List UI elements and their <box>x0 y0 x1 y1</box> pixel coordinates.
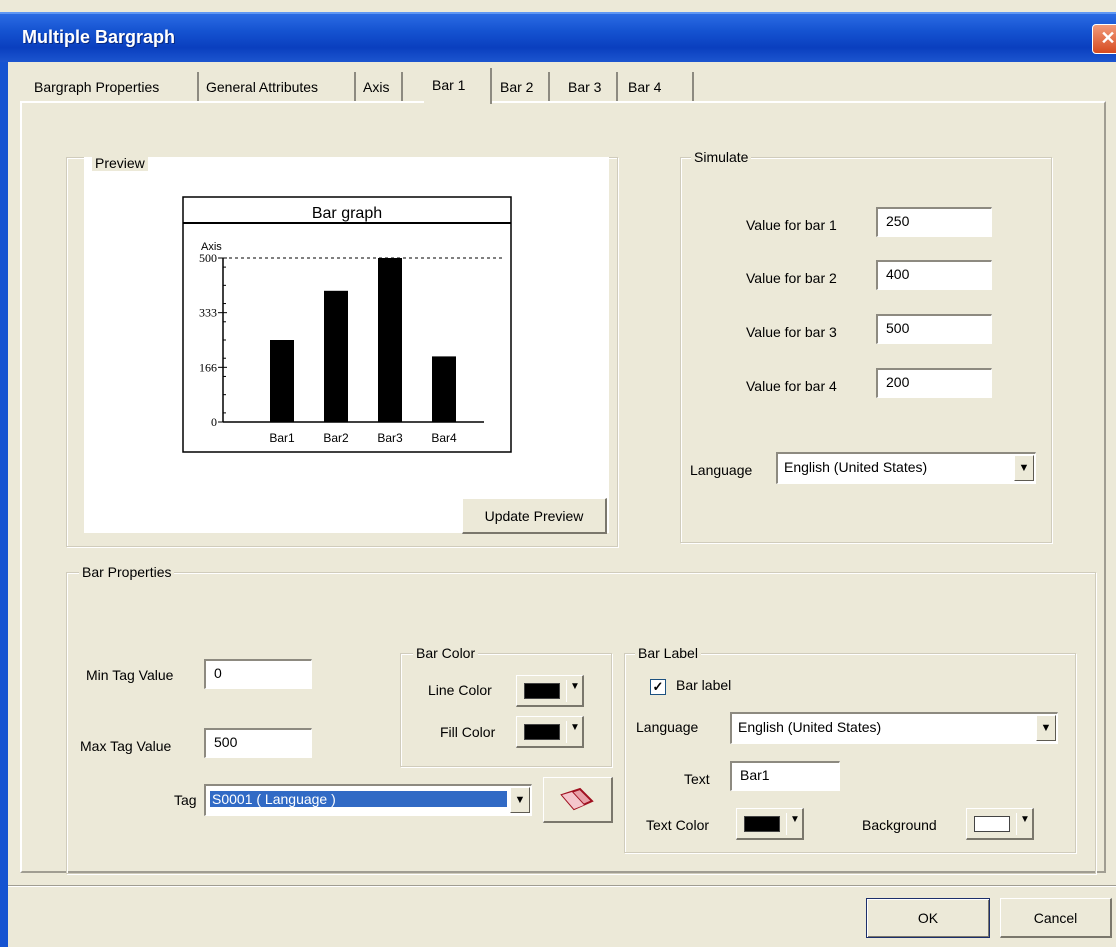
bar-color-group: Bar Color <box>400 644 612 767</box>
chart-title: Bar graph <box>312 205 382 222</box>
chart-bar <box>432 356 456 422</box>
picker-separator <box>566 721 567 743</box>
chart-x-tick-label: Bar3 <box>377 431 403 445</box>
chart-y-tick-label: 500 <box>199 251 217 265</box>
title-bar: Multiple Bargraph ✕ <box>0 12 1116 62</box>
bar-label-checkbox[interactable]: ✓ <box>650 679 666 695</box>
max-tag-input[interactable]: 500 <box>204 728 312 758</box>
chart-y-tick-label: 0 <box>211 415 217 429</box>
sim-bar-4-label: Value for bar 4 <box>746 378 837 394</box>
preview-area: Bar graph Axis 0 166 333 500 Bar1 Bar2 Bar3 Bar… <box>84 155 609 533</box>
sim-bar-2-label: Value for bar 2 <box>746 270 837 286</box>
bar-label-checkbox-label: Bar label <box>676 677 732 693</box>
ok-button[interactable]: OK <box>866 898 990 938</box>
window-border <box>0 62 8 947</box>
bar-color-group-label: Bar Color <box>413 644 479 662</box>
bar-label-language-label: Language <box>636 719 699 735</box>
background-label: Background <box>862 817 937 833</box>
sim-bar-3-input[interactable]: 500 <box>876 314 992 344</box>
tab-bargraph-properties[interactable]: Bargraph Properties <box>34 72 199 102</box>
picker-separator <box>786 813 787 835</box>
chevron-down-icon: ▼ <box>790 814 800 825</box>
sim-bar-3-label: Value for bar 3 <box>746 324 837 340</box>
tag-value: S0001 ( Language ) <box>209 790 508 808</box>
min-tag-label: Min Tag Value <box>86 667 174 683</box>
line-color-swatch <box>524 683 560 699</box>
chart-x-tick-label: Bar1 <box>269 431 295 445</box>
sim-language-value: English (United States) <box>784 459 928 475</box>
sim-bar-2-input[interactable]: 400 <box>876 260 992 290</box>
window-title: Multiple Bargraph <box>22 27 176 47</box>
tag-label: Tag <box>174 792 197 808</box>
tab-bar-2[interactable]: Bar 2 <box>500 72 550 102</box>
text-color-swatch <box>744 816 780 832</box>
chart-x-tick-label: Bar2 <box>323 431 349 445</box>
line-color-picker[interactable]: ▼ <box>516 675 584 707</box>
bar-graph-preview: Bar graph Axis 0166333500Bar1 Bar2 Bar3 Bar… <box>182 196 512 453</box>
bar-properties-group-label: Bar Properties <box>79 563 175 581</box>
chart-y-tick-label: 166 <box>199 360 217 374</box>
text-color-picker[interactable]: ▼ <box>736 808 804 840</box>
tag-select[interactable]: S0001 ( Language ) ▼ <box>204 784 532 816</box>
chart-y-tick-label: 333 <box>199 306 217 320</box>
tag-browse-button[interactable] <box>543 777 613 823</box>
text-color-label: Text Color <box>646 817 710 833</box>
min-tag-input[interactable]: 0 <box>204 659 312 689</box>
sim-bar-4-input[interactable]: 200 <box>876 368 992 398</box>
chevron-down-icon: ▼ <box>570 722 580 733</box>
fill-color-label: Fill Color <box>440 724 496 740</box>
chevron-down-icon[interactable]: ▼ <box>510 787 530 813</box>
bar-label-language-value: English (United States) <box>738 719 882 735</box>
sim-bar-1-label: Value for bar 1 <box>746 217 837 233</box>
bar-label-language-select[interactable]: English (United States) ▼ <box>730 712 1058 744</box>
simulate-group-label: Simulate <box>691 148 752 166</box>
preview-group-label: Preview <box>92 155 148 171</box>
close-button[interactable]: ✕ <box>1092 24 1116 54</box>
eraser-icon <box>560 787 594 811</box>
simulate-group: Simulate <box>680 148 1052 543</box>
chart-bar <box>324 290 348 422</box>
tab-axis[interactable]: Axis <box>363 72 403 102</box>
sim-language-select[interactable]: English (United States) ▼ <box>776 452 1036 484</box>
picker-separator <box>1016 813 1017 835</box>
background-color-picker[interactable]: ▼ <box>966 808 1034 840</box>
bar-label-text-input[interactable]: Bar1 <box>730 761 840 791</box>
chevron-down-icon[interactable]: ▼ <box>1014 455 1034 481</box>
dialog-window: Multiple Bargraph ✕ Bargraph Properties … <box>0 0 1116 947</box>
cancel-button[interactable]: Cancel <box>1000 898 1112 938</box>
sim-bar-1-input[interactable]: 250 <box>876 207 992 237</box>
background-color-swatch <box>974 816 1010 832</box>
fill-color-swatch <box>524 724 560 740</box>
chevron-down-icon: ▼ <box>1020 814 1030 825</box>
picker-separator <box>566 680 567 702</box>
line-color-label: Line Color <box>428 682 492 698</box>
bar-label-group-label: Bar Label <box>635 644 701 662</box>
footer-separator <box>8 885 1116 887</box>
chart-bar <box>378 258 402 422</box>
chart-bar <box>270 340 294 422</box>
sim-language-label: Language <box>690 462 753 478</box>
chevron-down-icon: ▼ <box>570 681 580 692</box>
tab-bar-3[interactable]: Bar 3 <box>568 72 618 102</box>
chart-x-tick-label: Bar4 <box>431 431 457 445</box>
max-tag-label: Max Tag Value <box>80 738 172 754</box>
bar-label-text-label: Text <box>684 771 710 787</box>
tab-bar-1[interactable]: Bar 1 <box>424 68 492 104</box>
update-preview-button[interactable]: Update Preview <box>462 498 607 534</box>
tab-bar-4[interactable]: Bar 4 <box>628 72 694 102</box>
chevron-down-icon[interactable]: ▼ <box>1036 715 1056 741</box>
tab-general-attributes[interactable]: General Attributes <box>206 72 356 102</box>
fill-color-picker[interactable]: ▼ <box>516 716 584 748</box>
